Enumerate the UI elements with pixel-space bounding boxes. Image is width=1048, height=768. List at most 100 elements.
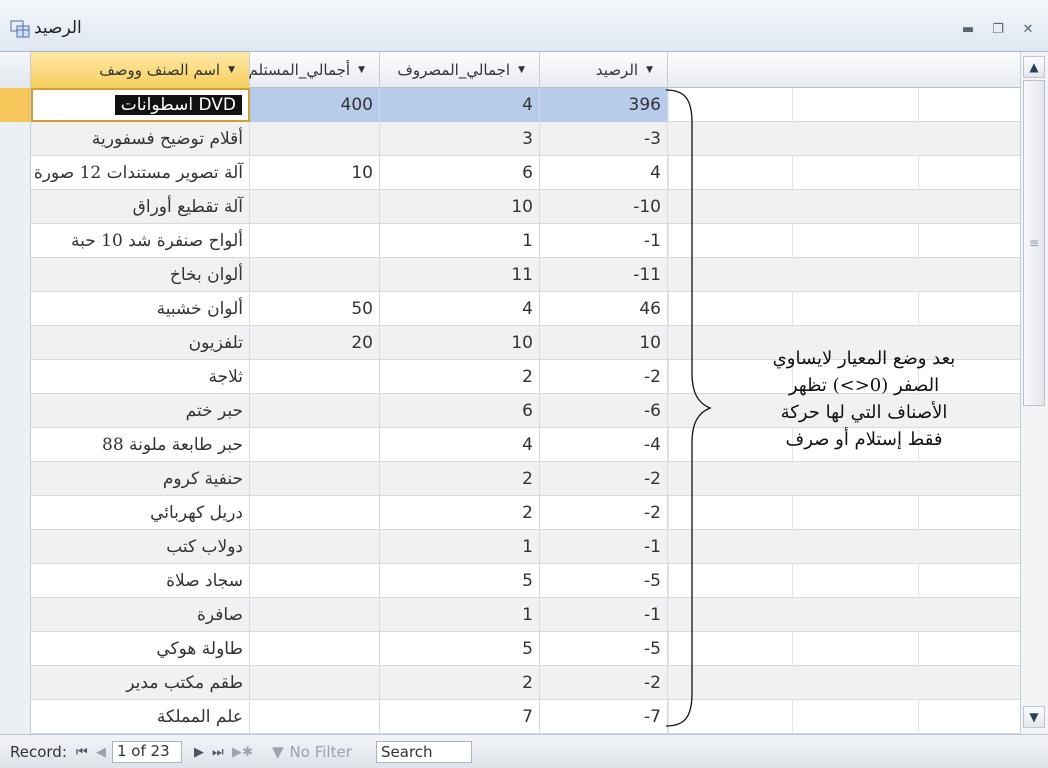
table-row[interactable]: دريل كهربائي 2 -2 bbox=[0, 496, 1020, 530]
balance-cell[interactable]: -2 bbox=[540, 462, 668, 496]
row-selector[interactable] bbox=[0, 224, 31, 258]
row-selector[interactable] bbox=[0, 564, 31, 598]
total-received-cell[interactable] bbox=[250, 462, 380, 496]
total-received-cell[interactable] bbox=[250, 394, 380, 428]
total-spent-cell[interactable]: 1 bbox=[380, 530, 540, 564]
row-selector[interactable] bbox=[0, 496, 31, 530]
table-row[interactable]: اسطوانات DVD 400 4 396 bbox=[0, 88, 1020, 122]
row-selector[interactable] bbox=[0, 428, 31, 462]
item-name-cell[interactable]: تلفزيون bbox=[31, 326, 250, 360]
balance-cell[interactable]: 396 bbox=[540, 88, 668, 122]
row-selector[interactable] bbox=[0, 598, 31, 632]
row-selector[interactable] bbox=[0, 88, 31, 122]
search-input[interactable]: Search bbox=[376, 741, 472, 763]
total-received-cell[interactable] bbox=[250, 428, 380, 462]
total-received-cell[interactable] bbox=[250, 360, 380, 394]
table-row[interactable]: حنفية كروم 2 -2 bbox=[0, 462, 1020, 496]
row-selector[interactable] bbox=[0, 666, 31, 700]
table-row[interactable]: ألوان خشبية 50 4 46 bbox=[0, 292, 1020, 326]
total-spent-cell[interactable]: 1 bbox=[380, 598, 540, 632]
item-name-cell[interactable]: آلة تصوير مستندات 12 صورة bbox=[31, 156, 250, 190]
balance-cell[interactable]: 4 bbox=[540, 156, 668, 190]
balance-cell[interactable]: 46 bbox=[540, 292, 668, 326]
balance-cell[interactable]: -2 bbox=[540, 360, 668, 394]
table-row[interactable]: علم المملكة 7 -7 bbox=[0, 700, 1020, 734]
row-selector[interactable] bbox=[0, 530, 31, 564]
item-name-cell[interactable]: سجاد صلاة bbox=[31, 564, 250, 598]
total-received-cell[interactable] bbox=[250, 258, 380, 292]
total-received-cell[interactable] bbox=[250, 190, 380, 224]
select-all-corner[interactable] bbox=[0, 52, 31, 88]
item-name-cell[interactable]: حنفية كروم bbox=[31, 462, 250, 496]
balance-cell[interactable]: -3 bbox=[540, 122, 668, 156]
table-row[interactable]: صافرة 1 -1 bbox=[0, 598, 1020, 632]
row-selector[interactable] bbox=[0, 190, 31, 224]
table-row[interactable]: آلة تصوير مستندات 12 صورة 10 6 4 bbox=[0, 156, 1020, 190]
total-received-cell[interactable]: 400 bbox=[250, 88, 380, 122]
chevron-down-icon[interactable]: ▼ bbox=[228, 65, 235, 75]
table-row[interactable]: أقلام توضيح فسفورية 3 -3 bbox=[0, 122, 1020, 156]
item-name-cell[interactable]: أقلام توضيح فسفورية bbox=[31, 122, 250, 156]
scroll-thumb[interactable]: ≡ bbox=[1023, 80, 1045, 406]
item-name-cell[interactable]: طاولة هوكي bbox=[31, 632, 250, 666]
item-name-cell[interactable]: حبر طابعة ملونة 88 bbox=[31, 428, 250, 462]
item-name-cell[interactable]: ألوان خشبية bbox=[31, 292, 250, 326]
table-row[interactable]: آلة تقطيع أوراق 10 -10 bbox=[0, 190, 1020, 224]
total-spent-cell[interactable]: 2 bbox=[380, 666, 540, 700]
item-name-cell[interactable]: آلة تقطيع أوراق bbox=[31, 190, 250, 224]
next-record-icon[interactable]: ▶ bbox=[194, 741, 204, 763]
balance-cell[interactable]: -11 bbox=[540, 258, 668, 292]
balance-cell[interactable]: -1 bbox=[540, 598, 668, 632]
total-spent-cell[interactable]: 3 bbox=[380, 122, 540, 156]
row-selector[interactable] bbox=[0, 394, 31, 428]
header-balance[interactable]: الرصيد ▼ bbox=[540, 52, 668, 88]
total-received-cell[interactable] bbox=[250, 700, 380, 734]
total-received-cell[interactable]: 20 bbox=[250, 326, 380, 360]
table-row[interactable]: طاولة هوكي 5 -5 bbox=[0, 632, 1020, 666]
new-record-icon[interactable]: ▶✱ bbox=[232, 741, 253, 763]
total-spent-cell[interactable]: 5 bbox=[380, 632, 540, 666]
total-spent-cell[interactable]: 1 bbox=[380, 224, 540, 258]
row-selector[interactable] bbox=[0, 462, 31, 496]
total-spent-cell[interactable]: 2 bbox=[380, 462, 540, 496]
item-name-cell[interactable]: صافرة bbox=[31, 598, 250, 632]
item-name-cell[interactable]: دولاب كتب bbox=[31, 530, 250, 564]
chevron-down-icon[interactable]: ▼ bbox=[646, 65, 653, 75]
total-received-cell[interactable] bbox=[250, 598, 380, 632]
header-total-spent[interactable]: اجمالي_المصروف ▼ bbox=[380, 52, 540, 88]
balance-cell[interactable]: -10 bbox=[540, 190, 668, 224]
item-name-cell[interactable]: حبر ختم bbox=[31, 394, 250, 428]
total-received-cell[interactable] bbox=[250, 224, 380, 258]
item-name-cell[interactable]: ثلاجة bbox=[31, 360, 250, 394]
total-spent-cell[interactable]: 10 bbox=[380, 190, 540, 224]
total-received-cell[interactable] bbox=[250, 564, 380, 598]
balance-cell[interactable]: -4 bbox=[540, 428, 668, 462]
row-selector[interactable] bbox=[0, 360, 31, 394]
row-selector[interactable] bbox=[0, 700, 31, 734]
scroll-down-icon[interactable]: ▼ bbox=[1023, 706, 1045, 728]
row-selector[interactable] bbox=[0, 156, 31, 190]
minimize-icon[interactable]: ▬ bbox=[958, 20, 978, 38]
total-received-cell[interactable] bbox=[250, 632, 380, 666]
item-name-cell[interactable]: طقم مكتب مدير bbox=[31, 666, 250, 700]
table-row[interactable]: سجاد صلاة 5 -5 bbox=[0, 564, 1020, 598]
total-spent-cell[interactable]: 4 bbox=[380, 292, 540, 326]
balance-cell[interactable]: -1 bbox=[540, 224, 668, 258]
table-row[interactable]: ألوان بخاخ 11 -11 bbox=[0, 258, 1020, 292]
scroll-up-icon[interactable]: ▲ bbox=[1023, 56, 1045, 78]
restore-icon[interactable]: ❐ bbox=[988, 20, 1008, 38]
header-item-name[interactable]: اسم الصنف ووصف ▼ bbox=[31, 52, 250, 88]
balance-cell[interactable]: -5 bbox=[540, 632, 668, 666]
row-selector[interactable] bbox=[0, 122, 31, 156]
item-name-cell[interactable]: ألوان بخاخ bbox=[31, 258, 250, 292]
first-record-icon[interactable]: ⏮ bbox=[76, 741, 88, 763]
total-received-cell[interactable] bbox=[250, 666, 380, 700]
total-spent-cell[interactable]: 2 bbox=[380, 360, 540, 394]
record-number-input[interactable]: 1 of 23 bbox=[112, 741, 182, 763]
total-spent-cell[interactable]: 7 bbox=[380, 700, 540, 734]
table-row[interactable]: ألواح صنفرة شد 10 حبة 1 -1 bbox=[0, 224, 1020, 258]
chevron-down-icon[interactable]: ▼ bbox=[518, 65, 525, 75]
row-selector[interactable] bbox=[0, 632, 31, 666]
row-selector[interactable] bbox=[0, 258, 31, 292]
balance-cell[interactable]: -2 bbox=[540, 666, 668, 700]
